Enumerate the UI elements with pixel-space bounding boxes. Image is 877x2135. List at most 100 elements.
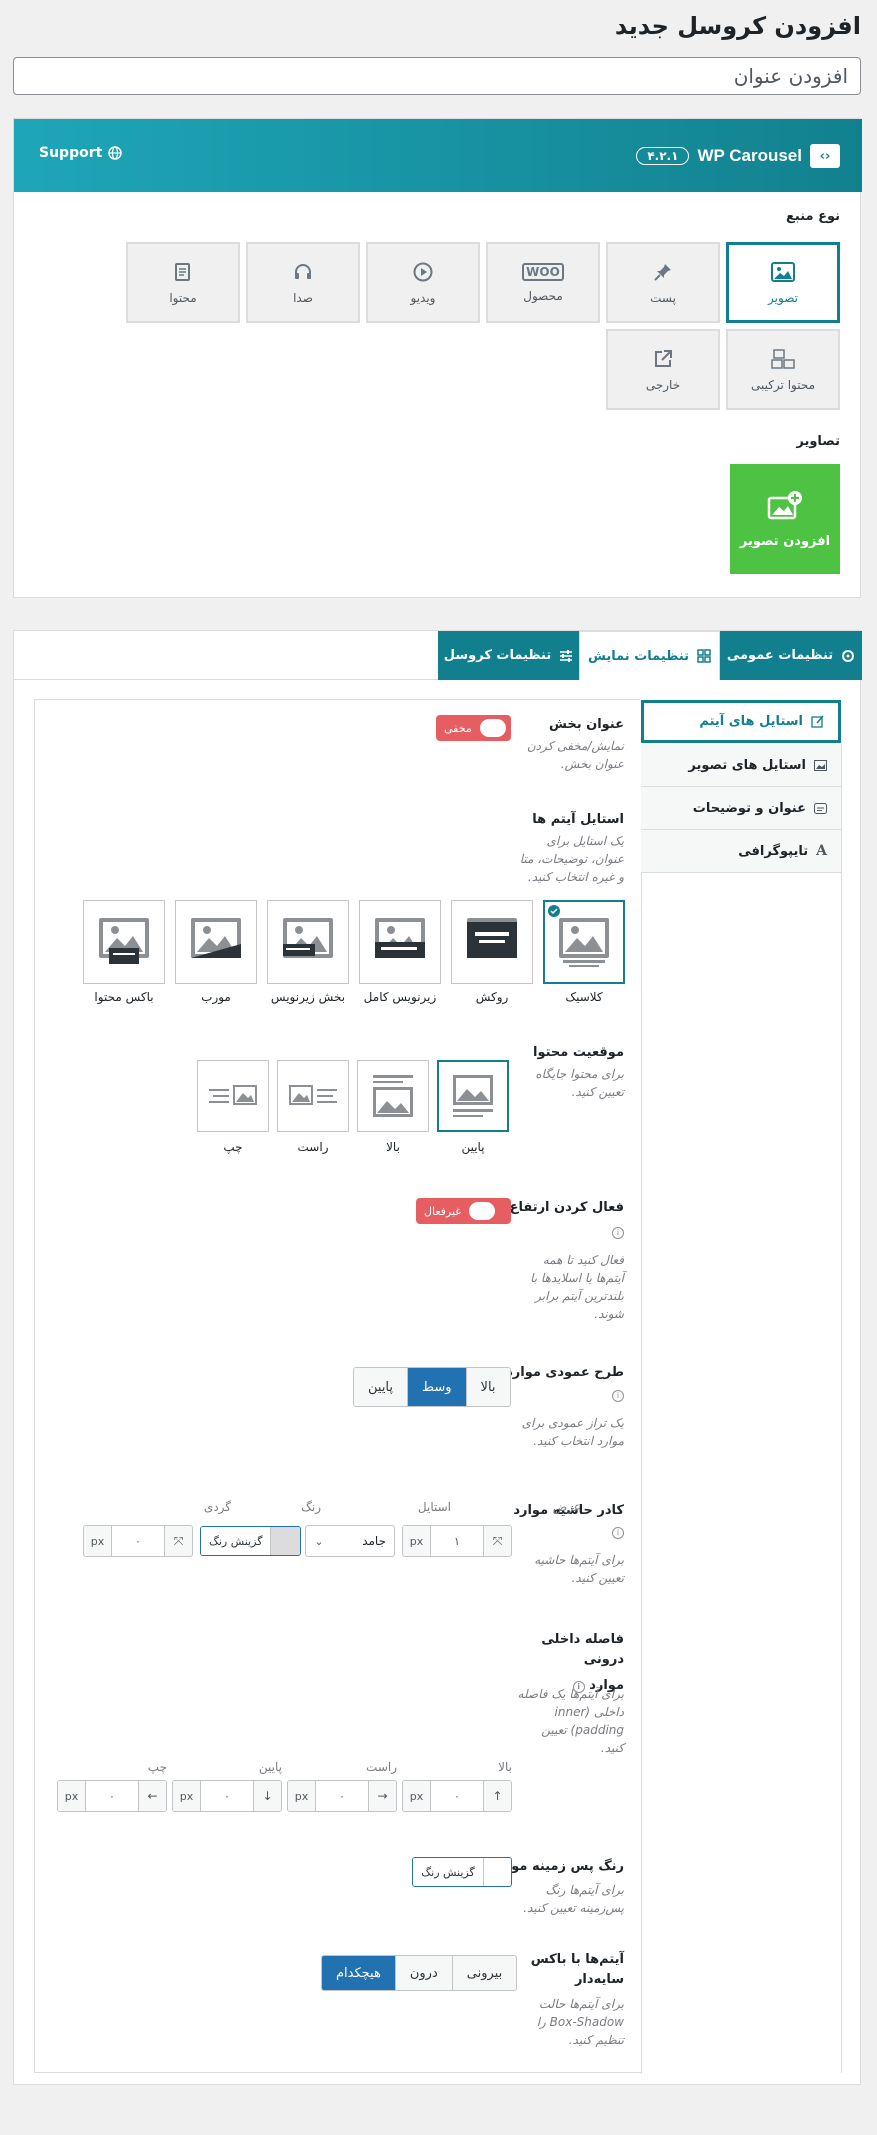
desc-line: برای آیتم‌ها حاشیه bbox=[534, 1553, 624, 1567]
shadow-inset-button[interactable]: درون bbox=[394, 1956, 452, 1990]
item-style-diagonal[interactable] bbox=[175, 900, 257, 984]
desc-line: کنید. bbox=[600, 1741, 624, 1755]
vertical-align-label: طرح عمودی موارد bbox=[506, 1365, 624, 1380]
arrow-icon: ↑ bbox=[483, 1781, 511, 1811]
sidebar-item-title-description[interactable]: عنوان و توضیحات bbox=[641, 787, 841, 830]
source-metabox: ۴.۲.۱ WP Carousel ‹› Support نوع منبع تص… bbox=[13, 118, 862, 598]
content-position-bottom[interactable] bbox=[437, 1060, 509, 1132]
background-color-button[interactable]: گزینش رنگ bbox=[412, 1857, 512, 1887]
desc-line: تنظیم کنید. bbox=[568, 2033, 624, 2047]
unit-label: px bbox=[403, 1526, 431, 1556]
tab-general-settings[interactable]: تنظیمات عمومی bbox=[720, 631, 862, 680]
caption-icon bbox=[814, 802, 827, 814]
border-radius-label: گردی bbox=[203, 1500, 231, 1514]
source-external[interactable]: خارجی bbox=[606, 329, 720, 410]
padding-desc: برای آیتم‌ها یک فاصله داخلی (inner paddi… bbox=[518, 1685, 624, 1757]
info-icon: i bbox=[612, 1227, 624, 1239]
content-position-label: راست bbox=[297, 1140, 329, 1154]
desc-line: یک تراز عمودی برای bbox=[521, 1416, 624, 1430]
headphones-icon bbox=[295, 263, 311, 279]
border-width-field[interactable]: px ۱ ⤧ bbox=[402, 1525, 512, 1557]
desc-line: برای محتوا جایگاه bbox=[535, 1067, 624, 1081]
item-style-full-caption[interactable] bbox=[359, 900, 441, 984]
grid-icon bbox=[697, 649, 711, 663]
source-video[interactable]: ویدیو bbox=[366, 242, 480, 323]
pin-icon bbox=[654, 263, 671, 281]
border-width-icon: ⤧ bbox=[483, 1526, 511, 1556]
equal-height-desc: فعال کنید تا همه آیتم‌ها یا اسلایدها با … bbox=[530, 1251, 624, 1323]
vertical-align-group: پایین وسط بالا bbox=[353, 1367, 511, 1407]
padding-top-field[interactable]: px ۰ ↑ bbox=[402, 1780, 512, 1812]
border-style-select[interactable]: ⌄ جامد bbox=[305, 1525, 395, 1557]
item-style-label: روکش bbox=[475, 990, 509, 1004]
padding-bottom-field[interactable]: px ۰ ↓ bbox=[172, 1780, 282, 1812]
info-icon: i bbox=[612, 1390, 624, 1402]
globe-icon bbox=[108, 146, 123, 160]
unit-label: px bbox=[288, 1781, 316, 1811]
padding-bottom-label: پایین bbox=[258, 1760, 282, 1774]
item-style-overlay[interactable] bbox=[451, 900, 533, 984]
desc-line: برای آیتم‌ها یک فاصله bbox=[517, 1687, 624, 1701]
valign-middle-button[interactable]: وسط bbox=[407, 1368, 466, 1406]
equal-height-toggle[interactable]: غیرفعال bbox=[416, 1198, 511, 1224]
source-audio[interactable]: صدا bbox=[246, 242, 360, 323]
sidebar-item-item-styles[interactable]: استایل های آیتم bbox=[641, 700, 841, 743]
shadow-desc: برای آیتم‌ها حالت Box-Shadow را تنظیم کن… bbox=[537, 1995, 624, 2049]
tab-display-settings[interactable]: تنظیمات نمایش bbox=[579, 631, 720, 680]
source-label: پست bbox=[650, 290, 676, 305]
padding-right-label: راست bbox=[366, 1760, 397, 1774]
padding-right-field[interactable]: px ۰ → bbox=[287, 1780, 397, 1812]
border-radius-field[interactable]: px ۰ ⤧ bbox=[83, 1525, 193, 1557]
add-image-button[interactable]: افزودن تصویر bbox=[730, 464, 840, 574]
support-link[interactable]: Support bbox=[39, 145, 123, 161]
page-title: افزودن کروسل جدید bbox=[614, 12, 861, 40]
source-post[interactable]: پست bbox=[606, 242, 720, 323]
source-mixed-content[interactable]: محتوا ترکیبی bbox=[726, 329, 840, 410]
content-position-label: چپ bbox=[223, 1140, 243, 1154]
border-color-button[interactable]: گزینش رنگ bbox=[200, 1526, 302, 1556]
desc-line: موارد انتخاب کنید. bbox=[533, 1434, 624, 1448]
gear-icon bbox=[842, 649, 855, 662]
desc-line: بلندترین آیتم برابر bbox=[535, 1289, 624, 1303]
item-style-caption-part[interactable] bbox=[267, 900, 349, 984]
background-desc: برای آیتم‌ها رنگ پس‌زمینه تعیین کنید. bbox=[523, 1881, 624, 1917]
desc-line: یک استایل برای bbox=[546, 834, 625, 848]
section-title-toggle[interactable]: مخفی bbox=[436, 715, 511, 741]
content-position-right[interactable] bbox=[277, 1060, 349, 1132]
shadow-none-button[interactable]: هیچکدام bbox=[322, 1956, 395, 1990]
source-label: ویدیو bbox=[410, 290, 436, 305]
sliders-icon bbox=[560, 649, 573, 662]
source-type-label: نوع منبع bbox=[786, 209, 840, 224]
source-content[interactable]: محتوا bbox=[126, 242, 240, 323]
padding-left-field[interactable]: px ۰ ← bbox=[57, 1780, 167, 1812]
item-styles-desc: یک استایل برای عنوان، توضیحات، متا و غیر… bbox=[520, 832, 624, 886]
content-position-desc: برای محتوا جایگاه تعیین کنید. bbox=[535, 1065, 624, 1101]
sidebar-item-label: عنوان و توضیحات bbox=[692, 800, 806, 816]
item-style-content-box[interactable] bbox=[83, 900, 165, 984]
content-position-left[interactable] bbox=[197, 1060, 269, 1132]
arrow-icon: ← bbox=[138, 1781, 166, 1811]
content-position-top[interactable] bbox=[357, 1060, 429, 1132]
padding-value: ۰ bbox=[454, 1789, 460, 1803]
settings-panel: استایل های آیتم استایل های تصویر عنوان و… bbox=[34, 699, 842, 2074]
title-input[interactable] bbox=[13, 57, 861, 95]
item-style-classic[interactable] bbox=[543, 900, 625, 984]
shadow-group: هیچکدام درون بیرونی bbox=[321, 1955, 518, 1991]
source-image[interactable]: تصویر bbox=[726, 242, 840, 323]
shadow-outset-button[interactable]: بیرونی bbox=[451, 1956, 517, 1990]
desc-line: برای آیتم‌ها رنگ bbox=[545, 1883, 624, 1897]
valign-bottom-button[interactable]: پایین bbox=[354, 1368, 408, 1406]
valign-top-button[interactable]: بالا bbox=[465, 1368, 510, 1406]
source-product[interactable]: WOO محصول bbox=[486, 242, 600, 323]
check-icon bbox=[548, 905, 560, 917]
woo-icon: WOO bbox=[522, 262, 564, 281]
position-preview-icon bbox=[289, 1085, 337, 1105]
position-preview-icon bbox=[453, 1075, 493, 1117]
sidebar-item-image-styles[interactable]: استایل های تصویر bbox=[641, 744, 841, 787]
external-link-icon bbox=[655, 349, 672, 367]
border-desc: برای آیتم‌ها حاشیه تعیین کنید. bbox=[534, 1551, 624, 1587]
content-position-label: پایین bbox=[461, 1140, 485, 1154]
tab-carousel-settings[interactable]: تنظیمات کروسل bbox=[438, 631, 579, 680]
sidebar-item-typography[interactable]: تایپوگرافی A bbox=[641, 830, 841, 873]
carousel-logo-icon: ‹› bbox=[810, 144, 840, 168]
